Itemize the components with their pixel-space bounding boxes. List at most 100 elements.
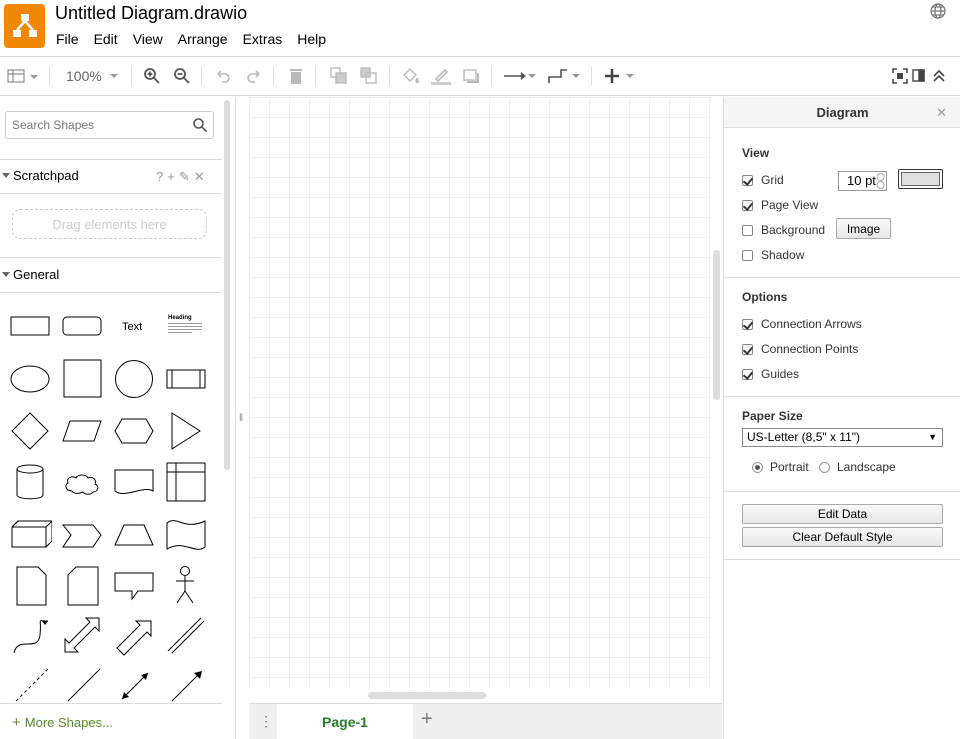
cylinder-shape[interactable] xyxy=(8,461,52,503)
portrait-radio-dot[interactable] xyxy=(752,461,763,473)
image-button[interactable]: Image xyxy=(836,218,891,239)
grid-color-button[interactable] xyxy=(898,169,943,189)
connection-style-icon[interactable] xyxy=(503,66,537,86)
parallelogram-shape[interactable] xyxy=(60,411,104,451)
diamond-shape[interactable] xyxy=(8,411,52,451)
menu-view[interactable]: View xyxy=(133,31,163,47)
diagram-canvas[interactable] xyxy=(249,97,711,689)
hexagon-shape[interactable] xyxy=(112,411,156,451)
internal-storage-shape[interactable] xyxy=(164,461,208,503)
to-back-icon[interactable] xyxy=(360,66,378,86)
edit-icon[interactable]: ✎ xyxy=(179,169,190,185)
bidirectional-connector-shape[interactable] xyxy=(112,667,156,703)
help-icon[interactable]: ? xyxy=(156,169,163,185)
waypoints-icon[interactable] xyxy=(547,66,581,86)
redo-icon[interactable] xyxy=(245,66,263,86)
document-title[interactable]: Untitled Diagram.drawio xyxy=(55,3,247,24)
page-view-checkbox[interactable]: Page View xyxy=(742,198,818,212)
search-icon[interactable] xyxy=(192,117,208,138)
close-icon[interactable]: ✕ xyxy=(194,169,205,185)
grid-size-input[interactable]: 10 pt xyxy=(838,171,887,191)
text-shape[interactable]: Text xyxy=(122,321,142,333)
directional-connector-shape[interactable] xyxy=(164,667,208,703)
background-checkbox[interactable]: Background xyxy=(742,223,825,237)
link-shape[interactable] xyxy=(164,615,208,657)
format-panel-icon[interactable] xyxy=(912,66,926,86)
cube-shape[interactable] xyxy=(8,515,52,555)
menu-extras[interactable]: Extras xyxy=(243,31,283,47)
dashed-line-shape[interactable] xyxy=(8,667,52,703)
globe-icon[interactable] xyxy=(929,2,947,25)
landscape-radio[interactable]: Landscape xyxy=(819,460,896,474)
delete-icon[interactable] xyxy=(288,66,304,86)
cloud-shape[interactable] xyxy=(60,461,104,503)
grid-check[interactable] xyxy=(742,174,753,186)
guides-checkbox[interactable]: Guides xyxy=(742,367,799,381)
splitter-handle[interactable]: ‖ xyxy=(239,413,243,424)
menu-edit[interactable]: Edit xyxy=(94,31,118,47)
connection-points-check[interactable] xyxy=(742,343,753,355)
collapse-icon[interactable] xyxy=(932,66,946,86)
close-icon[interactable]: ✕ xyxy=(936,97,947,128)
shadow-checkbox[interactable]: Shadow xyxy=(742,248,804,262)
panel-title[interactable]: Diagram xyxy=(816,105,868,120)
format-panel-toggle-icon[interactable] xyxy=(7,66,39,86)
callout-shape[interactable] xyxy=(112,565,156,607)
zoom-in-icon[interactable] xyxy=(143,66,161,86)
scratchpad-header[interactable]: Scratchpad xyxy=(0,168,79,183)
menu-help[interactable]: Help xyxy=(297,31,326,47)
curve-shape[interactable] xyxy=(8,615,52,657)
rectangle-shape[interactable] xyxy=(8,309,52,339)
add-icon[interactable]: + xyxy=(167,169,175,185)
page-tab[interactable]: Page-1 xyxy=(277,704,413,739)
zoom-level[interactable]: 100% xyxy=(66,66,122,86)
portrait-radio[interactable]: Portrait xyxy=(752,460,809,474)
document-shape[interactable] xyxy=(112,461,156,503)
canvas-vertical-scrollbar[interactable] xyxy=(713,250,720,400)
spinner-icon[interactable] xyxy=(876,173,885,189)
scratchpad-dropzone[interactable]: Drag elements here xyxy=(12,209,207,239)
triangle-shape[interactable] xyxy=(164,411,208,451)
heading-shape[interactable]: Heading xyxy=(168,315,202,339)
ellipse-shape[interactable] xyxy=(8,359,52,399)
step-shape[interactable] xyxy=(60,515,104,555)
line-color-icon[interactable] xyxy=(430,66,452,86)
search-input[interactable] xyxy=(6,112,186,138)
line-shape[interactable] xyxy=(60,667,104,703)
trapezoid-shape[interactable] xyxy=(112,515,156,555)
pages-menu-icon[interactable]: ⋮ xyxy=(259,713,273,730)
menu-file[interactable]: File xyxy=(56,31,79,47)
more-shapes-button[interactable]: + More Shapes... xyxy=(12,714,113,731)
undo-icon[interactable] xyxy=(214,66,232,86)
tape-shape[interactable] xyxy=(164,515,208,555)
background-check[interactable] xyxy=(742,224,753,236)
edit-data-button[interactable]: Edit Data xyxy=(742,504,943,524)
fill-color-icon[interactable] xyxy=(401,66,421,86)
landscape-radio-dot[interactable] xyxy=(819,461,830,473)
bidirectional-arrow-shape[interactable] xyxy=(60,615,104,657)
circle-shape[interactable] xyxy=(112,359,156,399)
to-front-icon[interactable] xyxy=(330,66,348,86)
rounded-rectangle-shape[interactable] xyxy=(60,309,104,339)
add-page-icon[interactable]: + xyxy=(421,708,433,731)
insert-icon[interactable] xyxy=(604,66,636,86)
menu-arrange[interactable]: Arrange xyxy=(178,31,228,47)
connection-points-checkbox[interactable]: Connection Points xyxy=(742,342,858,356)
card-shape[interactable] xyxy=(60,565,104,607)
general-header[interactable]: General xyxy=(0,267,59,282)
fullscreen-icon[interactable] xyxy=(892,66,908,86)
grid-checkbox[interactable]: Grid xyxy=(742,173,784,187)
sidebar-scrollbar[interactable] xyxy=(224,100,230,470)
paper-size-select[interactable]: US-Letter (8,5" x 11") ▼ xyxy=(742,428,943,447)
arrow-shape[interactable] xyxy=(112,615,156,657)
page-view-check[interactable] xyxy=(742,199,753,211)
zoom-out-icon[interactable] xyxy=(173,66,191,86)
square-shape[interactable] xyxy=(60,359,104,399)
shadow-icon[interactable] xyxy=(462,66,480,86)
clear-default-style-button[interactable]: Clear Default Style xyxy=(742,527,943,547)
canvas-horizontal-scrollbar[interactable] xyxy=(368,692,486,699)
shadow-check[interactable] xyxy=(742,249,753,261)
note-shape[interactable] xyxy=(8,565,52,607)
actor-shape[interactable] xyxy=(164,565,208,607)
connection-arrows-check[interactable] xyxy=(742,318,753,330)
